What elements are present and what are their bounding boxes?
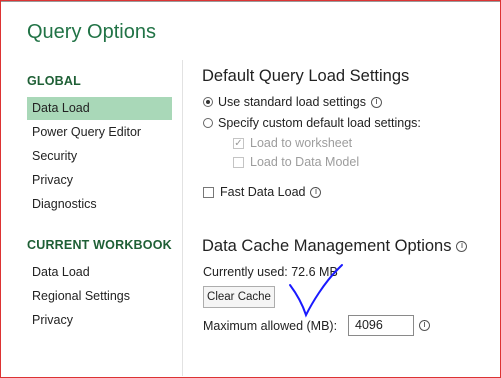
cache-heading-row: Data Cache Management Options i <box>202 237 468 256</box>
load-worksheet-row: ✓ Load to worksheet <box>233 136 352 150</box>
cache-info-icon[interactable]: i <box>456 241 468 252</box>
sidebar-item-regional-settings[interactable]: Regional Settings <box>27 285 172 308</box>
sidebar-item-global-privacy[interactable]: Privacy <box>27 169 172 192</box>
load-data-model-label: Load to Data Model <box>250 155 360 169</box>
max-allowed-info-icon[interactable]: i <box>419 320 430 331</box>
sidebar-item-global-data-load[interactable]: Data Load <box>27 97 172 120</box>
load-settings-heading: Default Query Load Settings <box>202 67 410 85</box>
sidebar-item-workbook-data-load[interactable]: Data Load <box>27 261 172 284</box>
standard-load-info-icon[interactable]: i <box>371 96 383 108</box>
sidebar-item-diagnostics[interactable]: Diagnostics <box>27 193 172 216</box>
dialog-title: Query Options <box>27 21 156 43</box>
custom-load-label: Specify custom default load settings: <box>218 116 421 130</box>
sidebar-item-security[interactable]: Security <box>27 145 172 168</box>
global-section-header: GLOBAL <box>27 74 81 88</box>
clear-cache-button[interactable]: Clear Cache <box>203 286 275 308</box>
load-worksheet-checkbox: ✓ <box>233 137 244 149</box>
custom-load-radio[interactable] <box>203 118 213 128</box>
fast-data-load-label: Fast Data Load <box>220 185 306 199</box>
fast-data-load-checkbox[interactable] <box>203 186 214 198</box>
fast-data-load-row[interactable]: Fast Data Load i <box>203 185 322 199</box>
standard-load-label: Use standard load settings <box>218 95 367 109</box>
handwritten-check-annotation <box>289 264 343 318</box>
sidebar-item-workbook-privacy[interactable]: Privacy <box>27 309 172 332</box>
pane-divider <box>182 60 183 376</box>
custom-load-radio-row[interactable]: Specify custom default load settings: <box>203 116 421 130</box>
load-worksheet-label: Load to worksheet <box>250 136 353 150</box>
sidebar-item-power-query-editor[interactable]: Power Query Editor <box>27 121 172 144</box>
max-allowed-input[interactable]: 4096 <box>348 315 414 336</box>
fast-data-load-info-icon[interactable]: i <box>310 186 322 198</box>
load-data-model-checkbox <box>233 156 244 168</box>
cache-heading: Data Cache Management Options <box>202 237 452 255</box>
standard-load-radio-row[interactable]: Use standard load settings i <box>203 95 383 109</box>
current-workbook-section-header: CURRENT WORKBOOK <box>27 238 172 252</box>
load-data-model-row: Load to Data Model <box>233 155 359 169</box>
standard-load-radio[interactable] <box>203 97 213 107</box>
